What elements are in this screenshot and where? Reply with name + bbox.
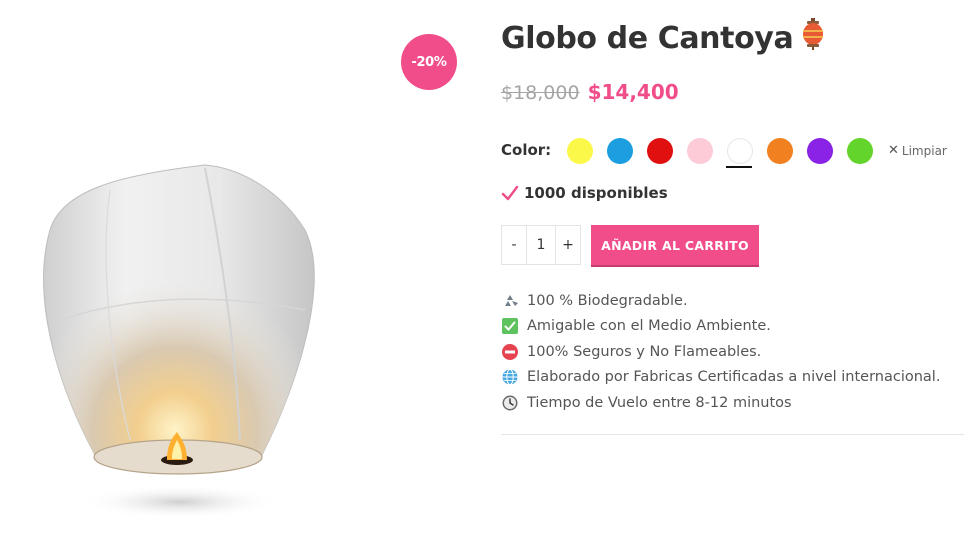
sale-badge: -20% — [401, 34, 457, 90]
recycle-icon — [501, 292, 518, 309]
stock-text: 1000 disponibles — [524, 184, 668, 202]
color-swatch-rosa[interactable] — [687, 138, 713, 164]
quantity-input[interactable] — [526, 226, 556, 264]
close-icon: ✕ — [888, 143, 899, 158]
color-swatch-amarillo[interactable] — [567, 138, 593, 164]
check-icon — [501, 185, 519, 201]
old-price: $18,000 — [501, 82, 580, 104]
color-swatch-naranja[interactable] — [767, 138, 793, 164]
color-swatch-verde[interactable] — [847, 138, 873, 164]
selected-swatch-indicator — [726, 166, 752, 168]
product-title: Globo de Cantoya — [501, 18, 825, 58]
feature-item: Elaborado por Fabricas Certificadas a ni… — [501, 365, 940, 391]
clear-label: Limpiar — [901, 143, 947, 158]
product-gallery: -20% — [0, 0, 470, 540]
sale-price: $14,400 — [587, 80, 679, 104]
divider — [501, 434, 964, 435]
feature-item: Tiempo de Vuelo entre 8-12 minutos — [501, 390, 940, 416]
feature-item: Amigable con el Medio Ambiente. — [501, 314, 940, 340]
qty-plus-button[interactable]: + — [556, 226, 580, 264]
color-swatch-azul[interactable] — [607, 138, 633, 164]
color-swatch-rojo[interactable] — [647, 138, 673, 164]
color-label: Color: — [501, 141, 552, 159]
no-entry-icon — [501, 343, 518, 360]
color-swatch-morado[interactable] — [807, 138, 833, 164]
globe-icon — [501, 369, 518, 386]
feature-item: 100 % Biodegradable. — [501, 288, 940, 314]
sky-lantern-image[interactable] — [0, 0, 470, 540]
product-title-text: Globo de Cantoya — [501, 20, 794, 56]
green-check-icon — [501, 318, 518, 335]
price: $18,000 $14,400 — [501, 80, 679, 104]
add-to-cart-button[interactable]: AÑADIR AL CARRITO — [591, 225, 759, 267]
feature-item: 100% Seguros y No Flameables. — [501, 339, 940, 365]
clear-link[interactable]: ✕ Limpiar — [888, 143, 947, 158]
lantern-icon — [801, 18, 825, 58]
product-summary: Globo de Cantoya $18,000 $14,400 Color: … — [501, 0, 964, 540]
stock-status: 1000 disponibles — [501, 184, 668, 202]
clock-icon — [501, 394, 518, 411]
qty-minus-button[interactable]: - — [502, 226, 526, 264]
feature-list: 100 % Biodegradable. Amigable con el Med… — [501, 288, 940, 416]
color-swatch-blanco[interactable] — [727, 138, 753, 164]
color-selector: Color: ✕ Limpiar — [501, 134, 964, 168]
quantity-stepper: - + — [501, 225, 581, 265]
